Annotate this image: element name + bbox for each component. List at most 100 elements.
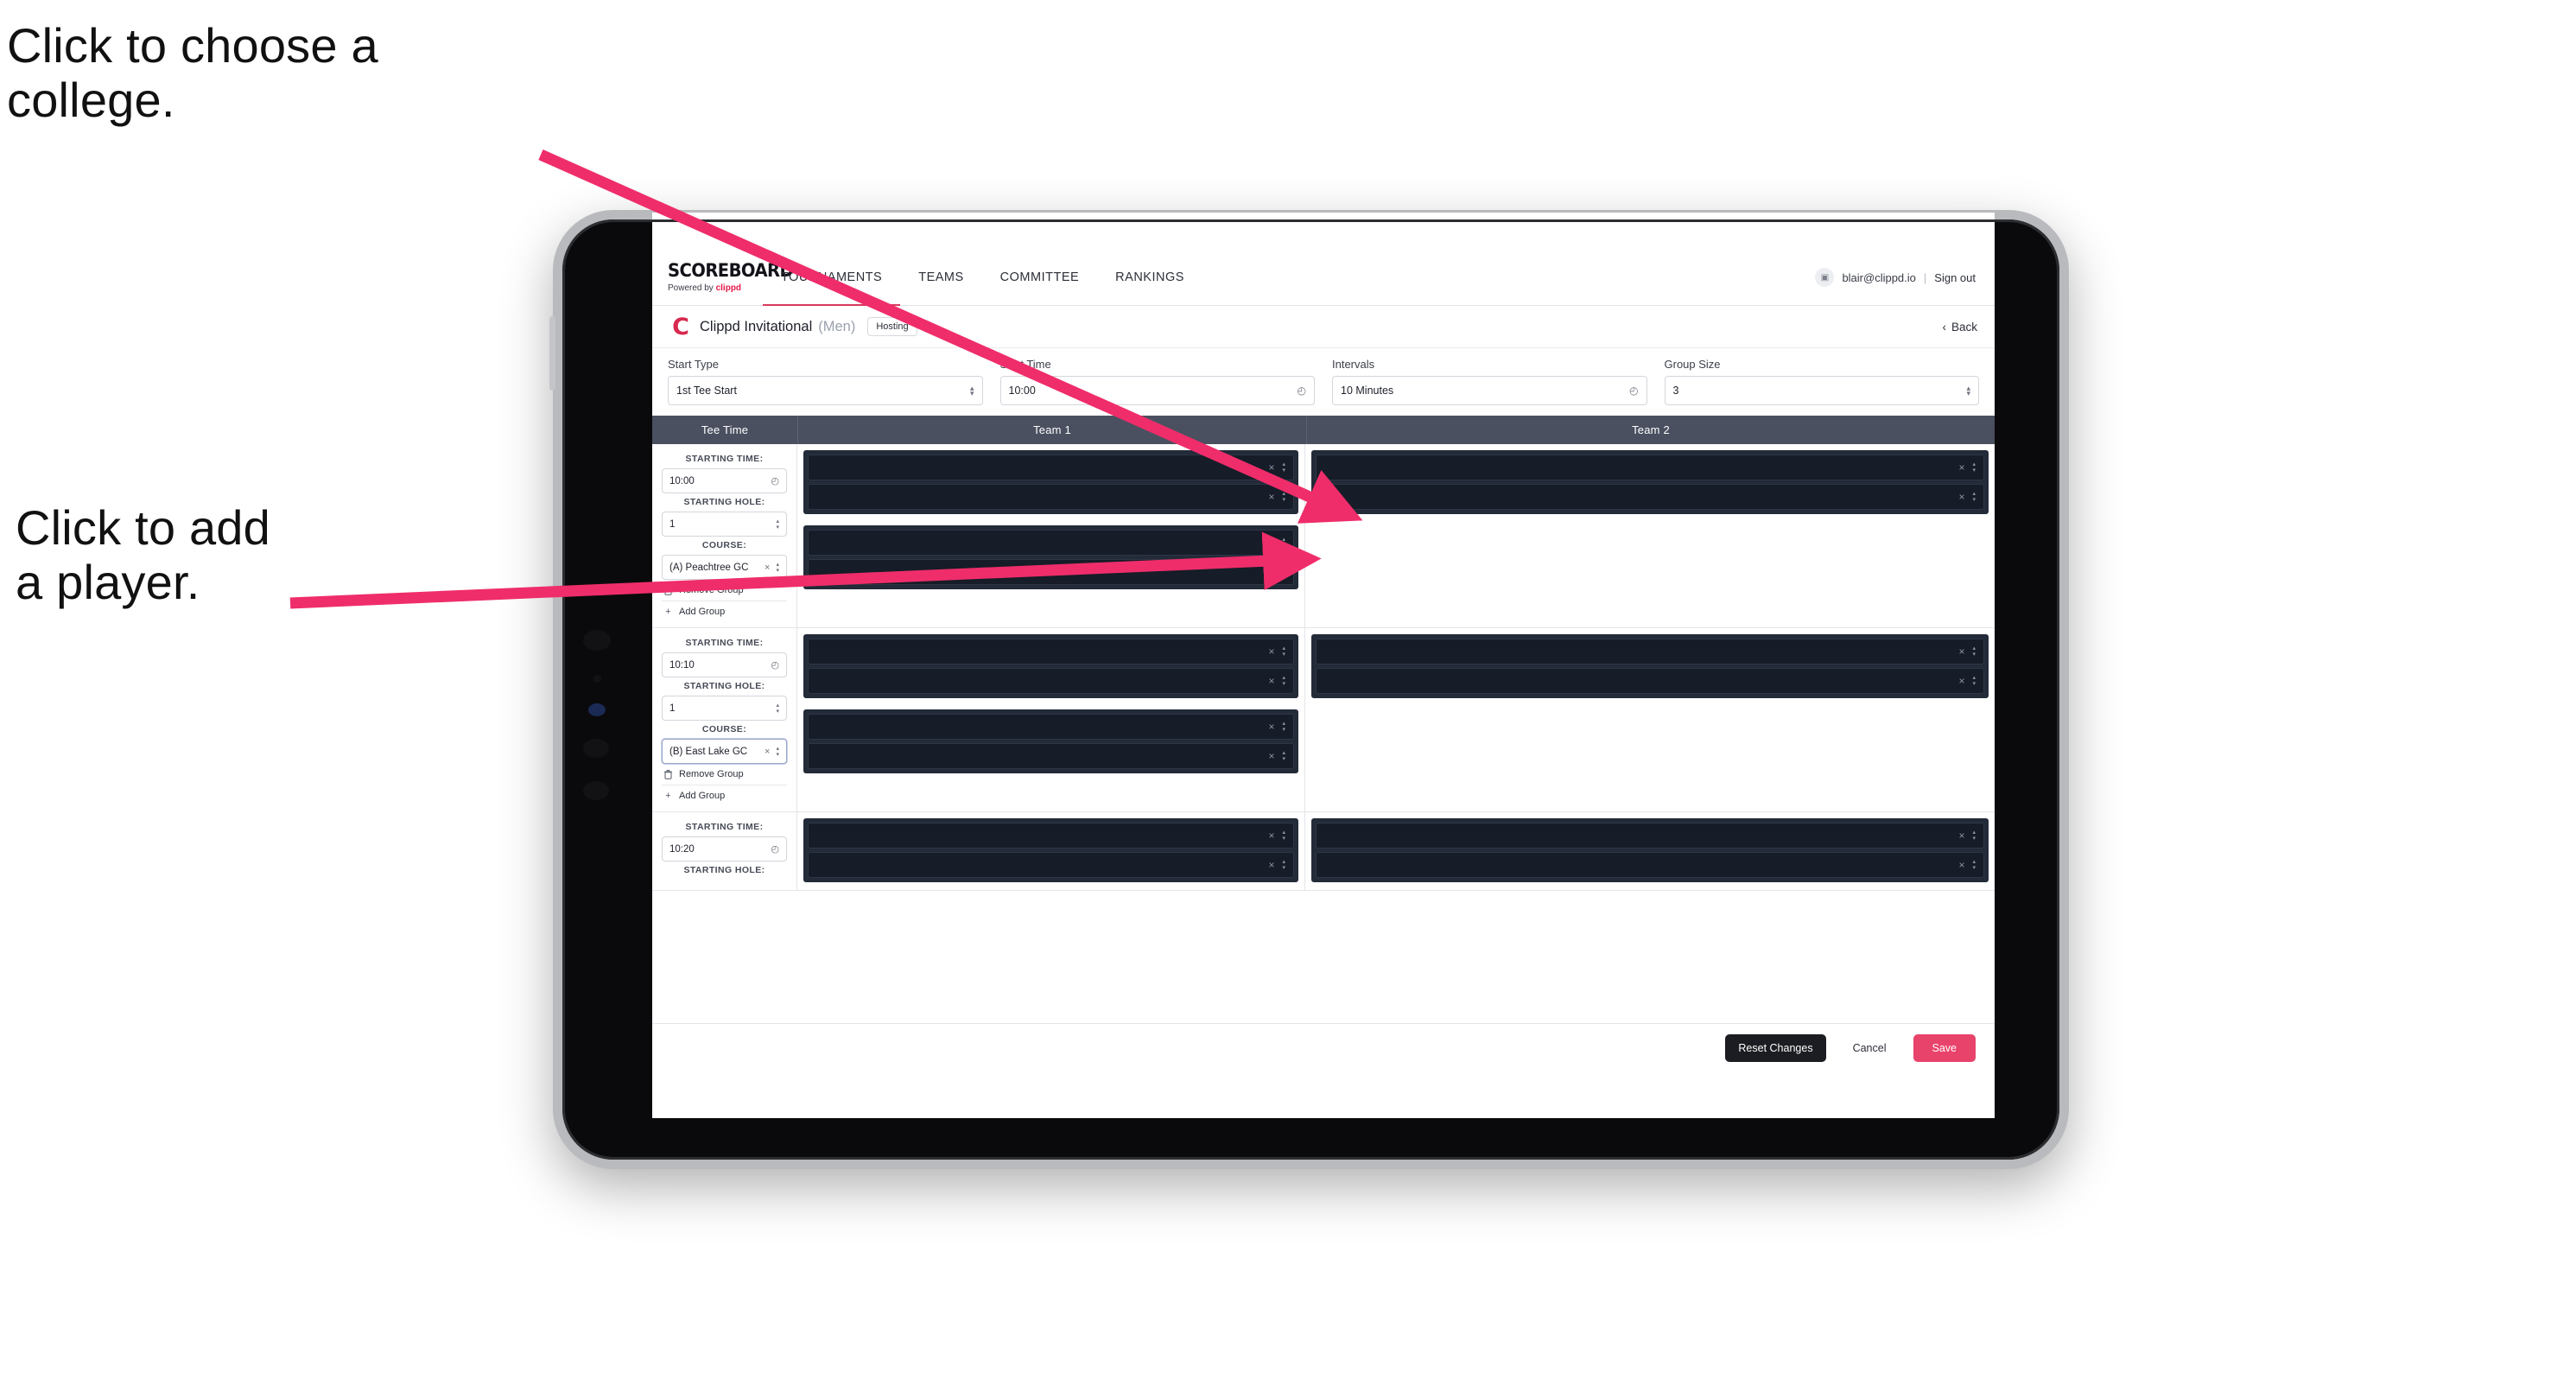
starting-hole-input[interactable]: 1 ▴ ▾	[662, 696, 787, 721]
chevron-updown-icon[interactable]: ▴ ▾	[1972, 645, 1976, 658]
clock-icon[interactable]: ◴	[1629, 385, 1638, 397]
tablet-power-button[interactable]	[549, 316, 555, 391]
clear-x-icon[interactable]: ×	[1958, 859, 1964, 871]
player-select-field[interactable]	[809, 639, 1268, 664]
add-group-link[interactable]: + Add Group	[662, 785, 787, 806]
course-select[interactable]: (A) Peachtree GC × ▴ ▾	[662, 555, 787, 580]
clock-icon[interactable]: ◴	[771, 475, 779, 486]
player-slot-row[interactable]: × ▴ ▾	[1316, 668, 1984, 694]
chevron-updown-icon[interactable]: ▴ ▾	[1282, 675, 1285, 687]
add-group-link[interactable]: + Add Group	[662, 601, 787, 622]
player-slot-row[interactable]: × ▴ ▾	[808, 530, 1294, 556]
clock-icon[interactable]: ◴	[771, 843, 779, 855]
clear-x-icon[interactable]: ×	[1268, 750, 1274, 762]
chevron-updown-icon[interactable]: ▴ ▾	[1972, 830, 1976, 842]
player-select-field[interactable]	[809, 485, 1268, 509]
starting-time-input[interactable]: 10:20 ◴	[662, 836, 787, 861]
player-slot-row[interactable]: × ▴ ▾	[808, 484, 1294, 510]
clear-x-icon[interactable]: ×	[1958, 491, 1964, 503]
control-input[interactable]: 1st Tee Start ▴ ▾	[668, 376, 983, 405]
chevron-updown-icon[interactable]: ▴ ▾	[970, 384, 974, 397]
save-button[interactable]: Save	[1913, 1034, 1976, 1062]
remove-group-link[interactable]: Remove Group	[662, 764, 787, 785]
starting-hole-input[interactable]: 1 ▴ ▾	[662, 512, 787, 537]
starting-time-input[interactable]: 10:00 ◴	[662, 468, 787, 493]
player-select-field[interactable]	[809, 531, 1268, 555]
chevron-updown-icon[interactable]: ▴ ▾	[776, 518, 779, 531]
chevron-updown-icon[interactable]: ▴ ▾	[1282, 537, 1285, 549]
player-select-field[interactable]	[1317, 485, 1958, 509]
nav-tab-tournaments[interactable]: TOURNAMENTS	[763, 250, 901, 306]
player-slot-row[interactable]: × ▴ ▾	[808, 639, 1294, 664]
player-slot-row[interactable]: × ▴ ▾	[1316, 455, 1984, 480]
course-select[interactable]: (B) East Lake GC × ▴ ▾	[662, 739, 787, 764]
clear-x-icon[interactable]: ×	[1268, 645, 1274, 658]
starting-time-input[interactable]: 10:10 ◴	[662, 652, 787, 677]
player-select-field[interactable]	[809, 853, 1268, 877]
cancel-button[interactable]: Cancel	[1840, 1034, 1900, 1062]
clock-icon[interactable]: ◴	[1298, 385, 1306, 397]
player-slot-row[interactable]: × ▴ ▾	[808, 668, 1294, 694]
control-input[interactable]: 10 Minutes ◴	[1332, 376, 1647, 405]
clear-x-icon[interactable]: ×	[1268, 566, 1274, 578]
chevron-updown-icon[interactable]: ▴ ▾	[1972, 675, 1976, 687]
sign-out-link[interactable]: Sign out	[1934, 271, 1976, 284]
chevron-updown-icon[interactable]: ▴ ▾	[1282, 750, 1285, 762]
clear-x-icon[interactable]: ×	[1958, 645, 1964, 658]
brand-logo[interactable]: SCOREBOARD Powered by clippd	[652, 250, 794, 305]
back-button[interactable]: ‹ Back	[1942, 321, 1977, 334]
clear-x-icon[interactable]: ×	[765, 563, 770, 573]
clock-icon[interactable]: ◴	[771, 659, 779, 671]
player-slot-row[interactable]: × ▴ ▾	[808, 559, 1294, 585]
chevron-updown-icon[interactable]: ▴ ▾	[1282, 566, 1285, 578]
clear-x-icon[interactable]: ×	[1268, 461, 1274, 474]
player-select-field[interactable]	[1317, 853, 1958, 877]
chevron-updown-icon[interactable]: ▴ ▾	[1282, 645, 1285, 658]
player-slot-row[interactable]: × ▴ ▾	[808, 743, 1294, 769]
clear-x-icon[interactable]: ×	[1958, 461, 1964, 474]
player-select-field[interactable]	[809, 455, 1268, 480]
player-select-field[interactable]	[809, 560, 1268, 584]
chevron-updown-icon[interactable]: ▴ ▾	[1282, 830, 1285, 842]
player-select-field[interactable]	[1317, 455, 1958, 480]
player-slot-row[interactable]: × ▴ ▾	[808, 823, 1294, 849]
clear-x-icon[interactable]: ×	[1958, 830, 1964, 842]
player-slot-row[interactable]: × ▴ ▾	[1316, 484, 1984, 510]
player-slot-row[interactable]: × ▴ ▾	[1316, 639, 1984, 664]
player-select-field[interactable]	[809, 715, 1268, 739]
chevron-updown-icon[interactable]: ▴ ▾	[1972, 491, 1976, 503]
player-select-field[interactable]	[1317, 639, 1958, 664]
player-select-field[interactable]	[809, 823, 1268, 848]
player-slot-row[interactable]: × ▴ ▾	[808, 852, 1294, 878]
nav-tab-committee[interactable]: COMMITTEE	[982, 250, 1098, 305]
player-select-field[interactable]	[809, 669, 1268, 693]
clear-x-icon[interactable]: ×	[1268, 721, 1274, 733]
chevron-updown-icon[interactable]: ▴ ▾	[776, 562, 779, 574]
player-slot-row[interactable]: × ▴ ▾	[1316, 852, 1984, 878]
clear-x-icon[interactable]: ×	[765, 747, 770, 757]
control-input[interactable]: 3 ▴ ▾	[1664, 376, 1979, 405]
player-slot-row[interactable]: × ▴ ▾	[808, 455, 1294, 480]
player-slot-row[interactable]: × ▴ ▾	[1316, 823, 1984, 849]
chevron-updown-icon[interactable]: ▴ ▾	[1972, 461, 1976, 474]
clear-x-icon[interactable]: ×	[1268, 859, 1274, 871]
clear-x-icon[interactable]: ×	[1268, 830, 1274, 842]
player-select-field[interactable]	[809, 744, 1268, 768]
chevron-updown-icon[interactable]: ▴ ▾	[1282, 491, 1285, 503]
remove-group-link[interactable]: Remove Group	[662, 580, 787, 601]
chevron-updown-icon[interactable]: ▴ ▾	[1282, 721, 1285, 733]
reset-changes-button[interactable]: Reset Changes	[1725, 1034, 1826, 1062]
player-slot-row[interactable]: × ▴ ▾	[808, 714, 1294, 740]
chevron-updown-icon[interactable]: ▴ ▾	[776, 703, 779, 715]
chevron-updown-icon[interactable]: ▴ ▾	[776, 746, 779, 758]
clear-x-icon[interactable]: ×	[1268, 537, 1274, 549]
chevron-updown-icon[interactable]: ▴ ▾	[1966, 384, 1970, 397]
nav-tab-rankings[interactable]: RANKINGS	[1097, 250, 1202, 305]
player-select-field[interactable]	[1317, 669, 1958, 693]
chevron-updown-icon[interactable]: ▴ ▾	[1282, 461, 1285, 474]
player-select-field[interactable]	[1317, 823, 1958, 848]
clear-x-icon[interactable]: ×	[1958, 675, 1964, 687]
nav-tab-teams[interactable]: TEAMS	[900, 250, 981, 305]
clear-x-icon[interactable]: ×	[1268, 675, 1274, 687]
clear-x-icon[interactable]: ×	[1268, 491, 1274, 503]
